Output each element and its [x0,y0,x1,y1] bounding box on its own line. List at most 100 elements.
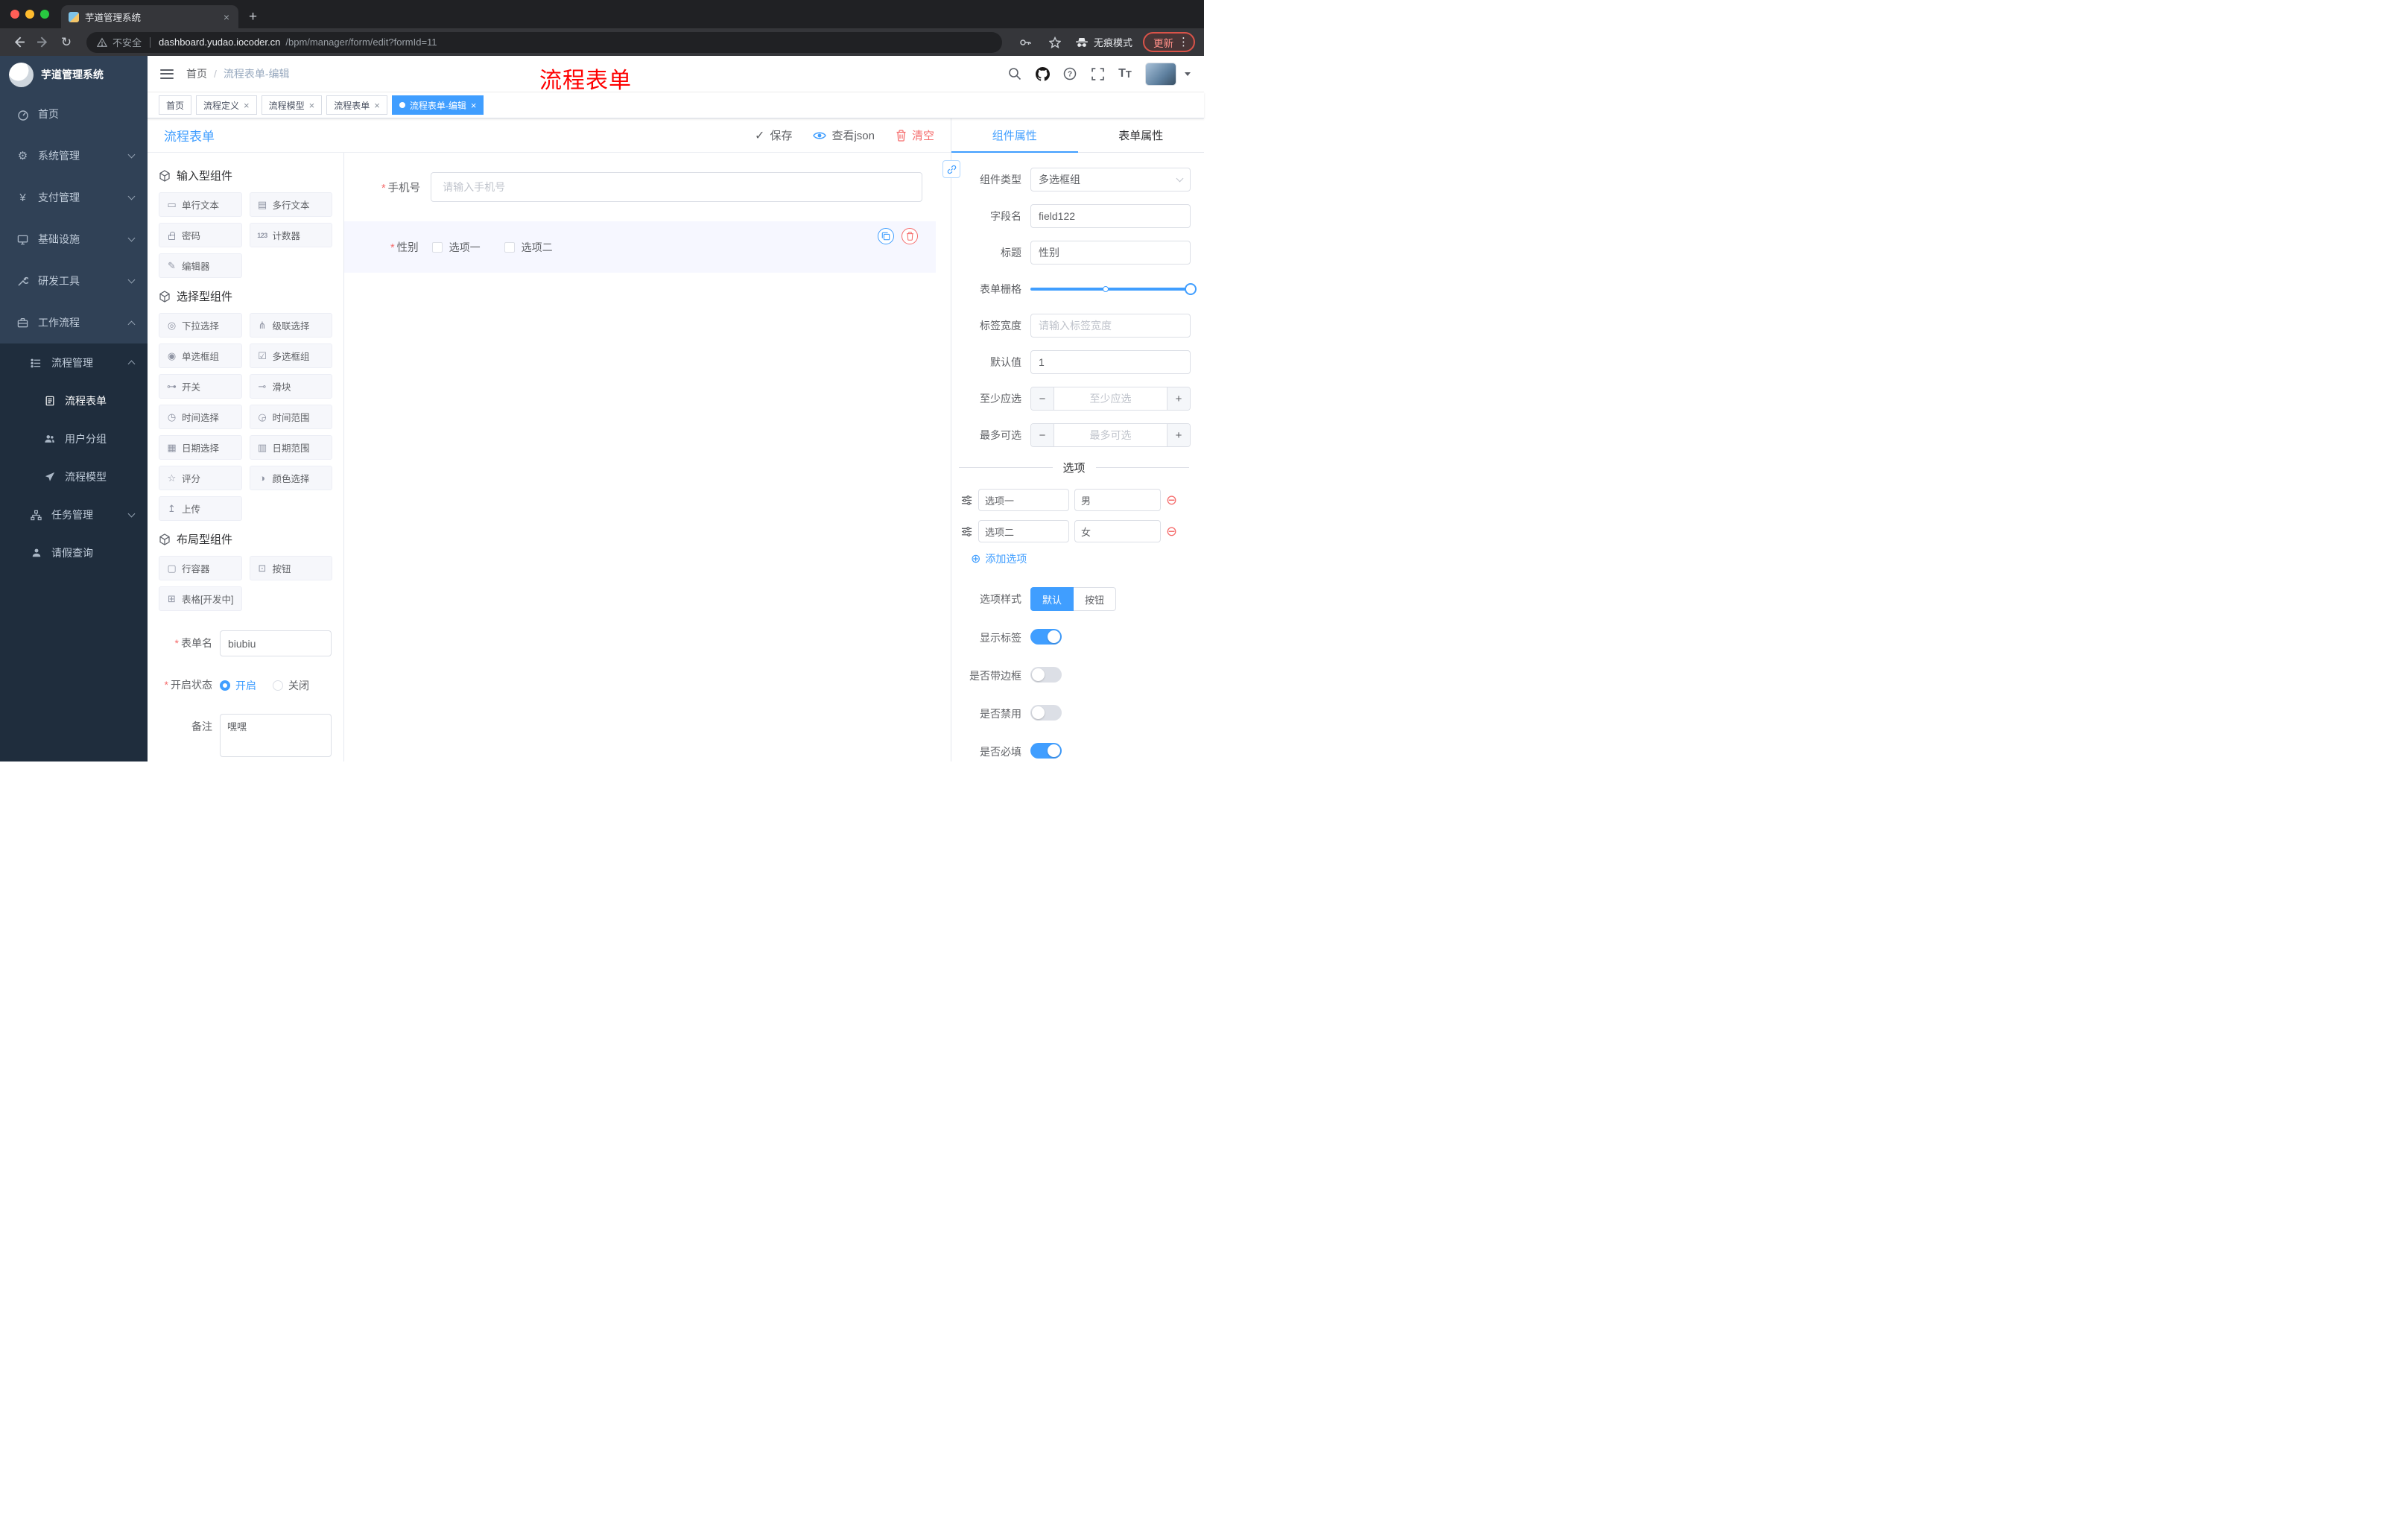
option-value-input[interactable] [1074,489,1161,511]
increase-button[interactable]: + [1167,387,1190,410]
gender-field-row[interactable]: * 性别 选项一 选项二 [344,239,936,255]
tag-close-icon[interactable]: × [309,101,315,110]
label-width-input[interactable] [1030,314,1191,338]
github-icon[interactable] [1035,66,1050,81]
phone-field-row[interactable]: * 手机号 [381,172,922,202]
option-value-input[interactable] [1074,520,1161,542]
option-label-input[interactable] [978,489,1069,511]
sidebar-item-process-management[interactable]: 流程管理 [0,343,148,381]
sidebar-item-process-model[interactable]: 流程模型 [0,457,148,495]
new-tab-button[interactable]: + [249,9,257,25]
palette-item-rate[interactable]: ☆ 评分 [159,466,242,490]
title-input[interactable] [1030,241,1191,265]
tab-component-props[interactable]: 组件属性 [951,118,1078,153]
drag-handle-icon[interactable] [960,526,973,537]
phone-input[interactable] [431,172,922,202]
tag-process-definition[interactable]: 流程定义 × [196,95,257,115]
anchor-link-button[interactable] [942,160,960,178]
palette-item-slider[interactable]: ⊸ 滑块 [249,374,332,399]
palette-item-time-picker[interactable]: ◷ 时间选择 [159,405,242,429]
palette-item-time-range[interactable]: ◶ 时间范围 [249,405,332,429]
bookmark-star-icon[interactable] [1045,33,1065,52]
palette-item-select[interactable]: ◎ 下拉选择 [159,313,242,338]
min-select-value[interactable]: 至少应选 [1054,387,1167,410]
decrease-button[interactable]: − [1031,424,1054,446]
search-icon[interactable] [1007,66,1022,81]
drag-handle-icon[interactable] [960,495,973,506]
clear-button[interactable]: 清空 [896,127,934,143]
form-grid-slider[interactable] [1030,277,1197,301]
sidebar-item-home[interactable]: 首页 [0,93,148,135]
gender-option-1-checkbox[interactable]: 选项一 [431,240,481,255]
field-name-input[interactable] [1030,204,1191,228]
view-json-button[interactable]: 查看json [813,127,875,143]
palette-item-upload[interactable]: ↥ 上传 [159,496,242,521]
palette-item-color-picker[interactable]: ◑ 颜色选择 [249,466,332,490]
sidebar-logo[interactable]: 芋道管理系统 [0,56,148,93]
help-icon[interactable]: ? [1062,66,1077,81]
palette-item-switch[interactable]: ⊶ 开关 [159,374,242,399]
tag-home[interactable]: 首页 [159,95,192,115]
zoom-window-button[interactable] [40,10,49,19]
palette-item-single-line-text[interactable]: ▭ 单行文本 [159,192,242,217]
decrease-button[interactable]: − [1031,387,1054,410]
palette-item-editor[interactable]: ✎ 编辑器 [159,253,242,278]
reload-button[interactable]: ↻ [57,33,76,52]
form-name-input[interactable] [220,630,332,656]
remove-option-icon[interactable]: ⊖ [1166,493,1177,507]
palette-item-cascader[interactable]: ⋔ 级联选择 [249,313,332,338]
minimize-window-button[interactable] [25,10,34,19]
palette-item-date-picker[interactable]: ▦ 日期选择 [159,435,242,460]
remove-option-icon[interactable]: ⊖ [1166,525,1177,538]
palette-item-password[interactable]: 密码 [159,223,242,247]
palette-item-counter[interactable]: 123 计数器 [249,223,332,247]
collapse-sidebar-button[interactable] [148,56,186,92]
chrome-menu-icon[interactable]: ⋮ [1178,37,1189,48]
sidebar-item-system[interactable]: ⚙ 系统管理 [0,135,148,177]
tab-form-props[interactable]: 表单属性 [1078,118,1205,153]
tag-process-form-edit[interactable]: 流程表单-编辑 × [391,95,484,115]
tag-process-model[interactable]: 流程模型 × [261,95,323,115]
breadcrumb-home[interactable]: 首页 [186,66,207,81]
delete-widget-button[interactable] [902,228,918,244]
status-off-radio[interactable]: 关闭 [273,678,309,693]
palette-item-row-container[interactable]: ▢ 行容器 [159,556,242,580]
palette-item-radio-group[interactable]: ◉ 单选框组 [159,343,242,368]
required-toggle[interactable] [1030,743,1062,759]
sidebar-item-payment[interactable]: ¥ 支付管理 [0,177,148,218]
sidebar-item-infrastructure[interactable]: 基础设施 [0,218,148,260]
close-window-button[interactable] [10,10,19,19]
style-button-button[interactable]: 按钮 [1074,587,1117,611]
max-select-value[interactable]: 最多可选 [1054,424,1167,446]
palette-item-table[interactable]: ⊞ 表格[开发中] [159,586,242,611]
slider-handle[interactable] [1185,283,1197,295]
sidebar-item-task-management[interactable]: 任务管理 [0,495,148,533]
url-bar[interactable]: 不安全 dashboard.yudao.iocoder.cn/bpm/manag… [86,31,1002,53]
component-type-select[interactable]: 多选框组 [1030,168,1191,191]
avatar[interactable] [1145,62,1176,86]
gender-option-2-checkbox[interactable]: 选项二 [504,240,553,255]
back-button[interactable] [9,33,28,52]
form-remark-textarea[interactable]: 嘿嘿 [220,714,332,757]
tag-close-icon[interactable]: × [471,101,477,110]
increase-button[interactable]: + [1167,424,1190,446]
border-toggle[interactable] [1030,667,1062,683]
save-button[interactable]: ✓ 保存 [755,127,792,143]
palette-item-checkbox-group[interactable]: ☑ 多选框组 [249,343,332,368]
sidebar-item-devtools[interactable]: 研发工具 [0,260,148,302]
sidebar-item-process-form[interactable]: 流程表单 [0,381,148,419]
fullscreen-icon[interactable] [1090,66,1105,81]
status-on-radio[interactable]: 开启 [220,678,256,693]
sidebar-item-workflow[interactable]: 工作流程 [0,302,148,343]
selected-widget-gender[interactable]: * 性别 选项一 选项二 [344,221,936,273]
avatar-caret-icon[interactable] [1185,72,1191,76]
tag-close-icon[interactable]: × [244,101,250,110]
form-canvas[interactable]: * 手机号 请输入手机号 * 性别 选项一 选项二 [344,153,951,762]
browser-tab[interactable]: 芋道管理系统 × [61,5,238,28]
palette-item-textarea[interactable]: ▤ 多行文本 [249,192,332,217]
forward-button[interactable] [33,33,52,52]
palette-item-button[interactable]: ⊡ 按钮 [249,556,332,580]
password-key-icon[interactable] [1016,33,1035,52]
add-option-button[interactable]: ⊕ 添加选项 [951,551,1204,566]
show-label-toggle[interactable] [1030,629,1062,645]
